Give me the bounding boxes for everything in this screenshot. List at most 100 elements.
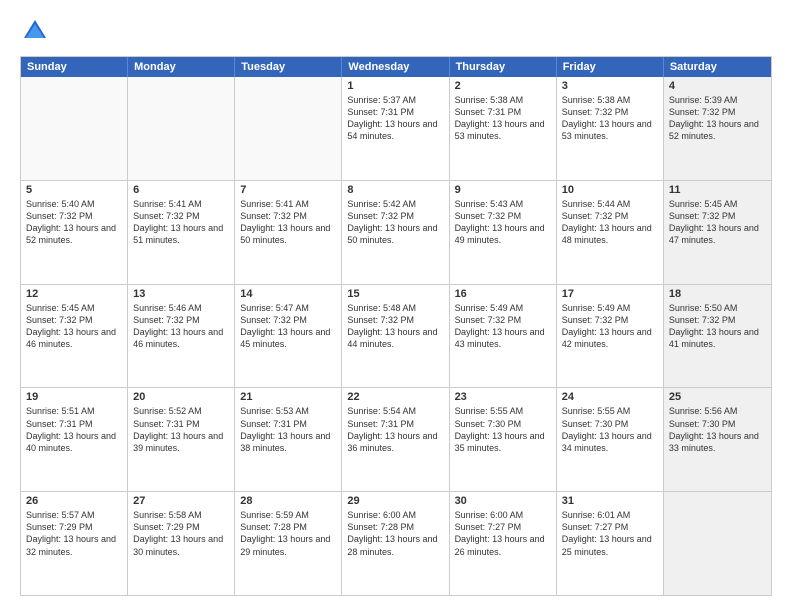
- day-number: 16: [455, 288, 551, 300]
- day-info: Sunrise: 5:47 AM Sunset: 7:32 PM Dayligh…: [240, 302, 336, 351]
- day-info: Sunrise: 5:37 AM Sunset: 7:31 PM Dayligh…: [347, 94, 443, 143]
- calendar-cell: 20 Sunrise: 5:52 AM Sunset: 7:31 PM Dayli…: [128, 388, 235, 491]
- calendar-cell: [664, 492, 771, 595]
- calendar-cell: 4Sunrise: 5:39 AM Sunset: 7:32 PM Daylig…: [664, 77, 771, 180]
- day-number: 2: [455, 80, 551, 92]
- day-info: Sunrise: 5:38 AM Sunset: 7:32 PM Dayligh…: [562, 94, 658, 143]
- header: [20, 16, 772, 46]
- day-number: 3: [562, 80, 658, 92]
- calendar-cell: 9 Sunrise: 5:43 AM Sunset: 7:32 PM Daylig…: [450, 181, 557, 284]
- calendar-cell: 1 Sunrise: 5:37 AM Sunset: 7:31 PM Daylig…: [342, 77, 449, 180]
- day-number: 5: [26, 184, 122, 196]
- calendar-cell: 23Sunrise: 5:55 AM Sunset: 7:30 PM Dayli…: [450, 388, 557, 491]
- header-day-friday: Friday: [557, 57, 664, 77]
- day-number: 25: [669, 391, 766, 403]
- day-info: Sunrise: 5:50 AM Sunset: 7:32 PM Dayligh…: [669, 302, 766, 351]
- day-number: 1: [347, 80, 443, 92]
- day-info: Sunrise: 5:49 AM Sunset: 7:32 PM Dayligh…: [562, 302, 658, 351]
- logo-icon: [20, 16, 50, 46]
- calendar-week-1: 1 Sunrise: 5:37 AM Sunset: 7:31 PM Daylig…: [21, 77, 771, 180]
- calendar-cell: 24Sunrise: 5:55 AM Sunset: 7:30 PM Dayli…: [557, 388, 664, 491]
- calendar-week-2: 5Sunrise: 5:40 AM Sunset: 7:32 PM Daylig…: [21, 180, 771, 284]
- day-number: 12: [26, 288, 122, 300]
- day-info: Sunrise: 5:42 AM Sunset: 7:32 PM Dayligh…: [347, 198, 443, 247]
- calendar-week-5: 26 Sunrise: 5:57 AM Sunset: 7:29 PM Dayli…: [21, 491, 771, 595]
- calendar-week-4: 19Sunrise: 5:51 AM Sunset: 7:31 PM Dayli…: [21, 387, 771, 491]
- calendar-cell: 2 Sunrise: 5:38 AM Sunset: 7:31 PM Daylig…: [450, 77, 557, 180]
- calendar-cell: 10 Sunrise: 5:44 AM Sunset: 7:32 PM Dayli…: [557, 181, 664, 284]
- day-info: Sunrise: 5:41 AM Sunset: 7:32 PM Dayligh…: [240, 198, 336, 247]
- day-info: Sunrise: 5:52 AM Sunset: 7:31 PM Dayligh…: [133, 405, 229, 454]
- header-day-thursday: Thursday: [450, 57, 557, 77]
- calendar-cell: 17 Sunrise: 5:49 AM Sunset: 7:32 PM Dayli…: [557, 285, 664, 388]
- calendar-cell: 29Sunrise: 6:00 AM Sunset: 7:28 PM Dayli…: [342, 492, 449, 595]
- day-number: 22: [347, 391, 443, 403]
- day-number: 9: [455, 184, 551, 196]
- logo: [20, 16, 54, 46]
- calendar-cell: 26 Sunrise: 5:57 AM Sunset: 7:29 PM Dayli…: [21, 492, 128, 595]
- calendar-cell: 7 Sunrise: 5:41 AM Sunset: 7:32 PM Daylig…: [235, 181, 342, 284]
- day-number: 24: [562, 391, 658, 403]
- day-info: Sunrise: 5:53 AM Sunset: 7:31 PM Dayligh…: [240, 405, 336, 454]
- day-number: 14: [240, 288, 336, 300]
- day-number: 21: [240, 391, 336, 403]
- calendar-cell: 14 Sunrise: 5:47 AM Sunset: 7:32 PM Dayli…: [235, 285, 342, 388]
- day-info: Sunrise: 6:01 AM Sunset: 7:27 PM Dayligh…: [562, 509, 658, 558]
- calendar-cell: 5Sunrise: 5:40 AM Sunset: 7:32 PM Daylig…: [21, 181, 128, 284]
- header-day-tuesday: Tuesday: [235, 57, 342, 77]
- calendar-cell: 11Sunrise: 5:45 AM Sunset: 7:32 PM Dayli…: [664, 181, 771, 284]
- day-number: 4: [669, 80, 766, 92]
- day-info: Sunrise: 5:46 AM Sunset: 7:32 PM Dayligh…: [133, 302, 229, 351]
- calendar-cell: 19Sunrise: 5:51 AM Sunset: 7:31 PM Dayli…: [21, 388, 128, 491]
- day-info: Sunrise: 5:58 AM Sunset: 7:29 PM Dayligh…: [133, 509, 229, 558]
- calendar-cell: 22 Sunrise: 5:54 AM Sunset: 7:31 PM Dayli…: [342, 388, 449, 491]
- calendar-cell: 18 Sunrise: 5:50 AM Sunset: 7:32 PM Dayli…: [664, 285, 771, 388]
- day-number: 27: [133, 495, 229, 507]
- calendar-cell: 25Sunrise: 5:56 AM Sunset: 7:30 PM Dayli…: [664, 388, 771, 491]
- day-info: Sunrise: 5:54 AM Sunset: 7:31 PM Dayligh…: [347, 405, 443, 454]
- page: SundayMondayTuesdayWednesdayThursdayFrid…: [0, 0, 792, 612]
- day-info: Sunrise: 5:55 AM Sunset: 7:30 PM Dayligh…: [455, 405, 551, 454]
- day-info: Sunrise: 5:44 AM Sunset: 7:32 PM Dayligh…: [562, 198, 658, 247]
- day-info: Sunrise: 5:43 AM Sunset: 7:32 PM Dayligh…: [455, 198, 551, 247]
- calendar-cell: 28 Sunrise: 5:59 AM Sunset: 7:28 PM Dayli…: [235, 492, 342, 595]
- calendar-cell: 15 Sunrise: 5:48 AM Sunset: 7:32 PM Dayli…: [342, 285, 449, 388]
- header-day-saturday: Saturday: [664, 57, 771, 77]
- header-day-sunday: Sunday: [21, 57, 128, 77]
- day-number: 20: [133, 391, 229, 403]
- day-number: 29: [347, 495, 443, 507]
- calendar-week-3: 12 Sunrise: 5:45 AM Sunset: 7:32 PM Dayli…: [21, 284, 771, 388]
- calendar-cell: 31Sunrise: 6:01 AM Sunset: 7:27 PM Dayli…: [557, 492, 664, 595]
- calendar-cell: 13Sunrise: 5:46 AM Sunset: 7:32 PM Dayli…: [128, 285, 235, 388]
- day-number: 7: [240, 184, 336, 196]
- day-info: Sunrise: 5:49 AM Sunset: 7:32 PM Dayligh…: [455, 302, 551, 351]
- day-info: Sunrise: 5:41 AM Sunset: 7:32 PM Dayligh…: [133, 198, 229, 247]
- day-info: Sunrise: 5:45 AM Sunset: 7:32 PM Dayligh…: [26, 302, 122, 351]
- calendar-cell: [21, 77, 128, 180]
- day-number: 17: [562, 288, 658, 300]
- calendar-header: SundayMondayTuesdayWednesdayThursdayFrid…: [21, 57, 771, 77]
- day-info: Sunrise: 5:45 AM Sunset: 7:32 PM Dayligh…: [669, 198, 766, 247]
- day-number: 10: [562, 184, 658, 196]
- day-info: Sunrise: 5:38 AM Sunset: 7:31 PM Dayligh…: [455, 94, 551, 143]
- calendar-cell: 6 Sunrise: 5:41 AM Sunset: 7:32 PM Daylig…: [128, 181, 235, 284]
- calendar-cell: 30Sunrise: 6:00 AM Sunset: 7:27 PM Dayli…: [450, 492, 557, 595]
- day-number: 26: [26, 495, 122, 507]
- day-number: 6: [133, 184, 229, 196]
- calendar-cell: [128, 77, 235, 180]
- calendar-body: 1 Sunrise: 5:37 AM Sunset: 7:31 PM Daylig…: [21, 77, 771, 595]
- day-info: Sunrise: 5:57 AM Sunset: 7:29 PM Dayligh…: [26, 509, 122, 558]
- calendar: SundayMondayTuesdayWednesdayThursdayFrid…: [20, 56, 772, 596]
- calendar-cell: 3 Sunrise: 5:38 AM Sunset: 7:32 PM Daylig…: [557, 77, 664, 180]
- header-day-wednesday: Wednesday: [342, 57, 449, 77]
- day-info: Sunrise: 5:48 AM Sunset: 7:32 PM Dayligh…: [347, 302, 443, 351]
- day-info: Sunrise: 5:59 AM Sunset: 7:28 PM Dayligh…: [240, 509, 336, 558]
- calendar-cell: [235, 77, 342, 180]
- day-number: 30: [455, 495, 551, 507]
- day-number: 15: [347, 288, 443, 300]
- day-number: 18: [669, 288, 766, 300]
- calendar-cell: 16 Sunrise: 5:49 AM Sunset: 7:32 PM Dayli…: [450, 285, 557, 388]
- calendar-cell: 8Sunrise: 5:42 AM Sunset: 7:32 PM Daylig…: [342, 181, 449, 284]
- day-number: 28: [240, 495, 336, 507]
- day-info: Sunrise: 5:51 AM Sunset: 7:31 PM Dayligh…: [26, 405, 122, 454]
